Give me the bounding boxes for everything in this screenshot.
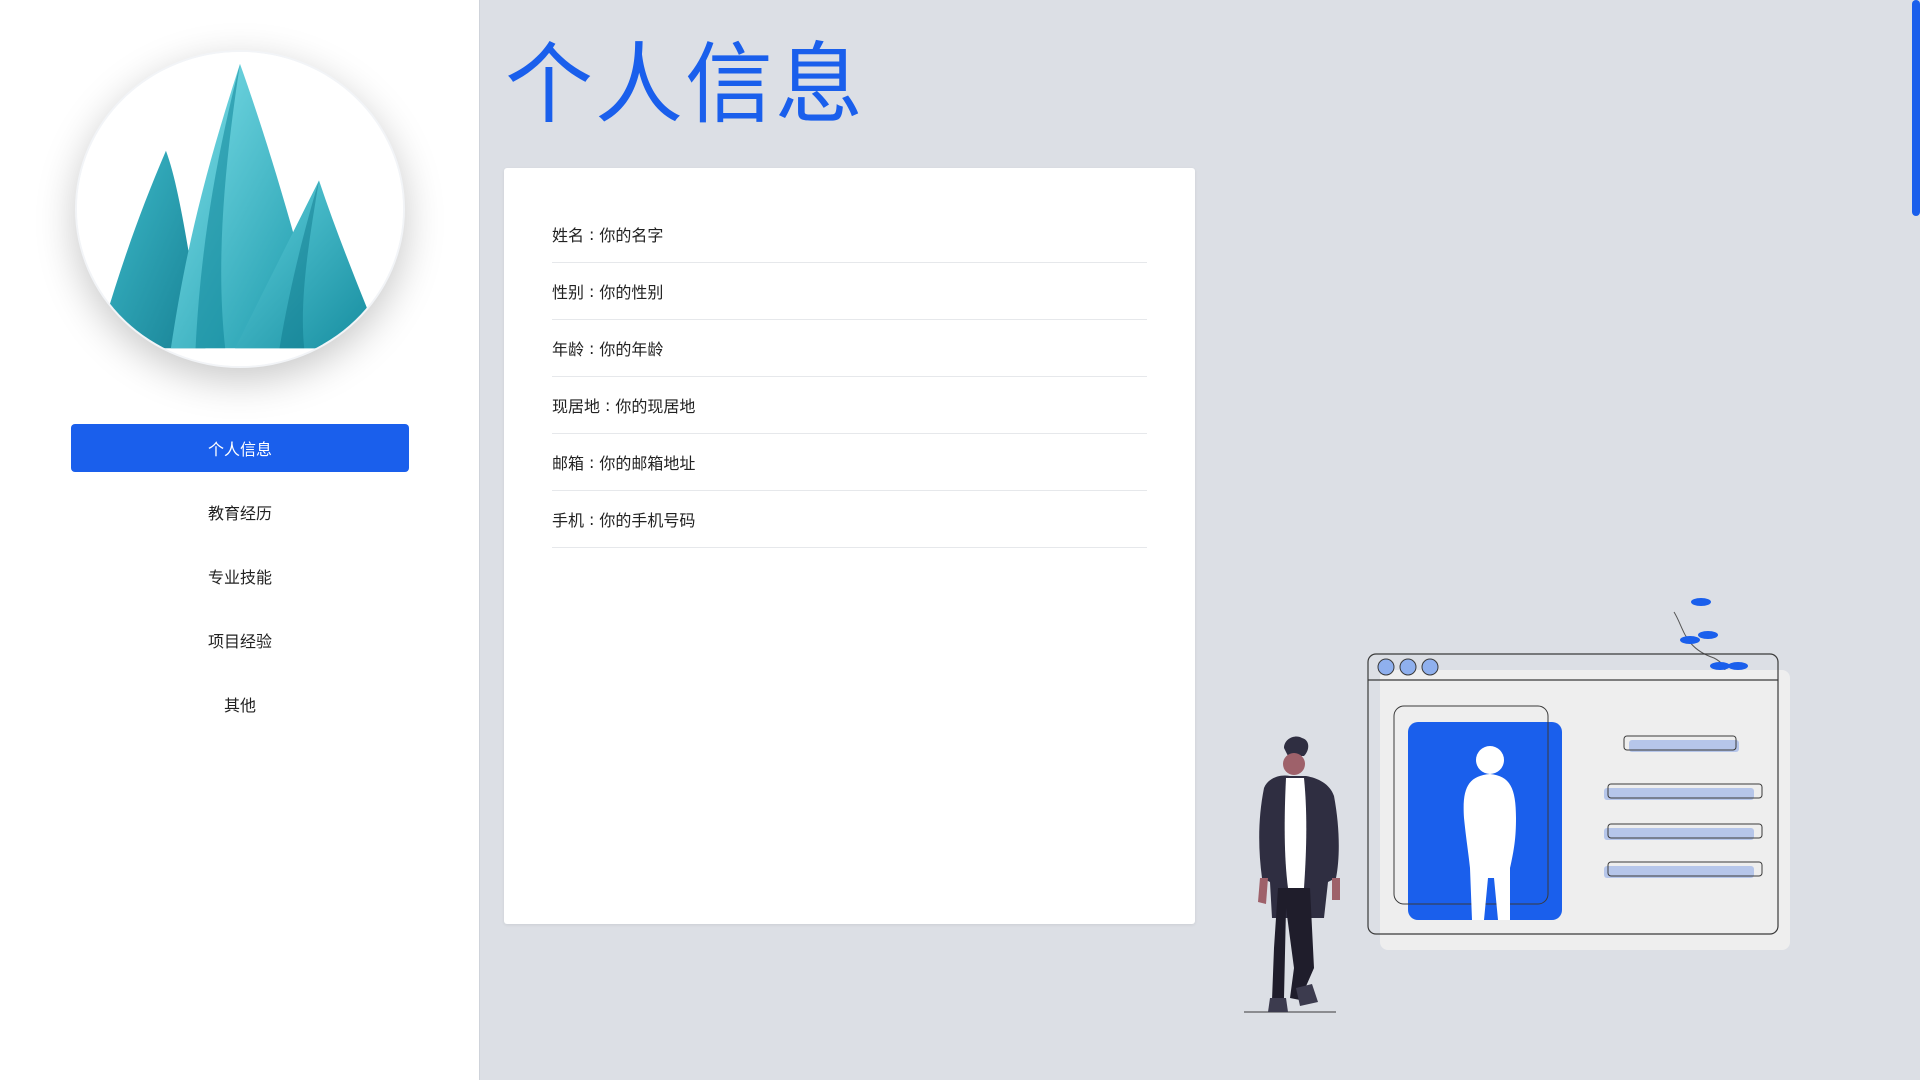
info-label: 邮箱 [552,454,585,473]
sidebar-item-education[interactable]: 教育经历 [71,488,409,536]
info-value: 你的现居地 [615,397,696,416]
info-separator: : [589,338,595,358]
info-label: 性别 [552,283,585,302]
info-separator: : [605,395,611,415]
sidebar-item-other[interactable]: 其他 [71,680,409,728]
scrollbar[interactable] [1912,0,1920,216]
info-separator: : [589,281,595,301]
info-row-location: 现居地: 你的现居地 [552,377,1147,434]
info-label: 现居地 [552,397,601,416]
info-value: 你的名字 [599,226,664,245]
info-value: 你的邮箱地址 [599,454,696,473]
info-label: 姓名 [552,226,585,245]
info-separator: : [589,509,595,529]
info-row-gender: 性别: 你的性别 [552,263,1147,320]
mountain-avatar-icon [77,52,403,366]
sidebar-item-projects[interactable]: 项目经验 [71,616,409,664]
profile-browser-illustration-icon [1244,598,1790,1013]
sidebar: 个人信息 教育经历 专业技能 项目经验 其他 [0,0,480,1080]
info-separator: : [589,452,595,472]
sidebar-item-personal-info[interactable]: 个人信息 [71,424,409,472]
info-value: 你的性别 [599,283,664,302]
info-card: 姓名: 你的名字 性别: 你的性别 年龄: 你的年龄 现居地: 你的现居地 邮箱: 你的邮… [504,168,1195,924]
info-value: 你的手机号码 [599,511,696,530]
info-label: 年龄 [552,340,585,359]
info-label: 手机 [552,511,585,530]
sidebar-nav: 个人信息 教育经历 专业技能 项目经验 其他 [71,424,409,744]
sidebar-item-skills[interactable]: 专业技能 [71,552,409,600]
info-row-email: 邮箱: 你的邮箱地址 [552,434,1147,491]
info-row-name: 姓名: 你的名字 [552,206,1147,263]
avatar [75,50,405,368]
info-value: 你的年龄 [599,340,664,359]
page-title: 个人信息 [505,33,866,136]
info-row-phone: 手机: 你的手机号码 [552,491,1147,548]
illustration [1244,588,1844,1018]
main-content: 个人信息 姓名: 你的名字 性别: 你的性别 年龄: 你的年龄 现居地: 你的现居地 邮… [480,0,1920,1080]
info-separator: : [589,224,595,244]
info-row-age: 年龄: 你的年龄 [552,320,1147,377]
